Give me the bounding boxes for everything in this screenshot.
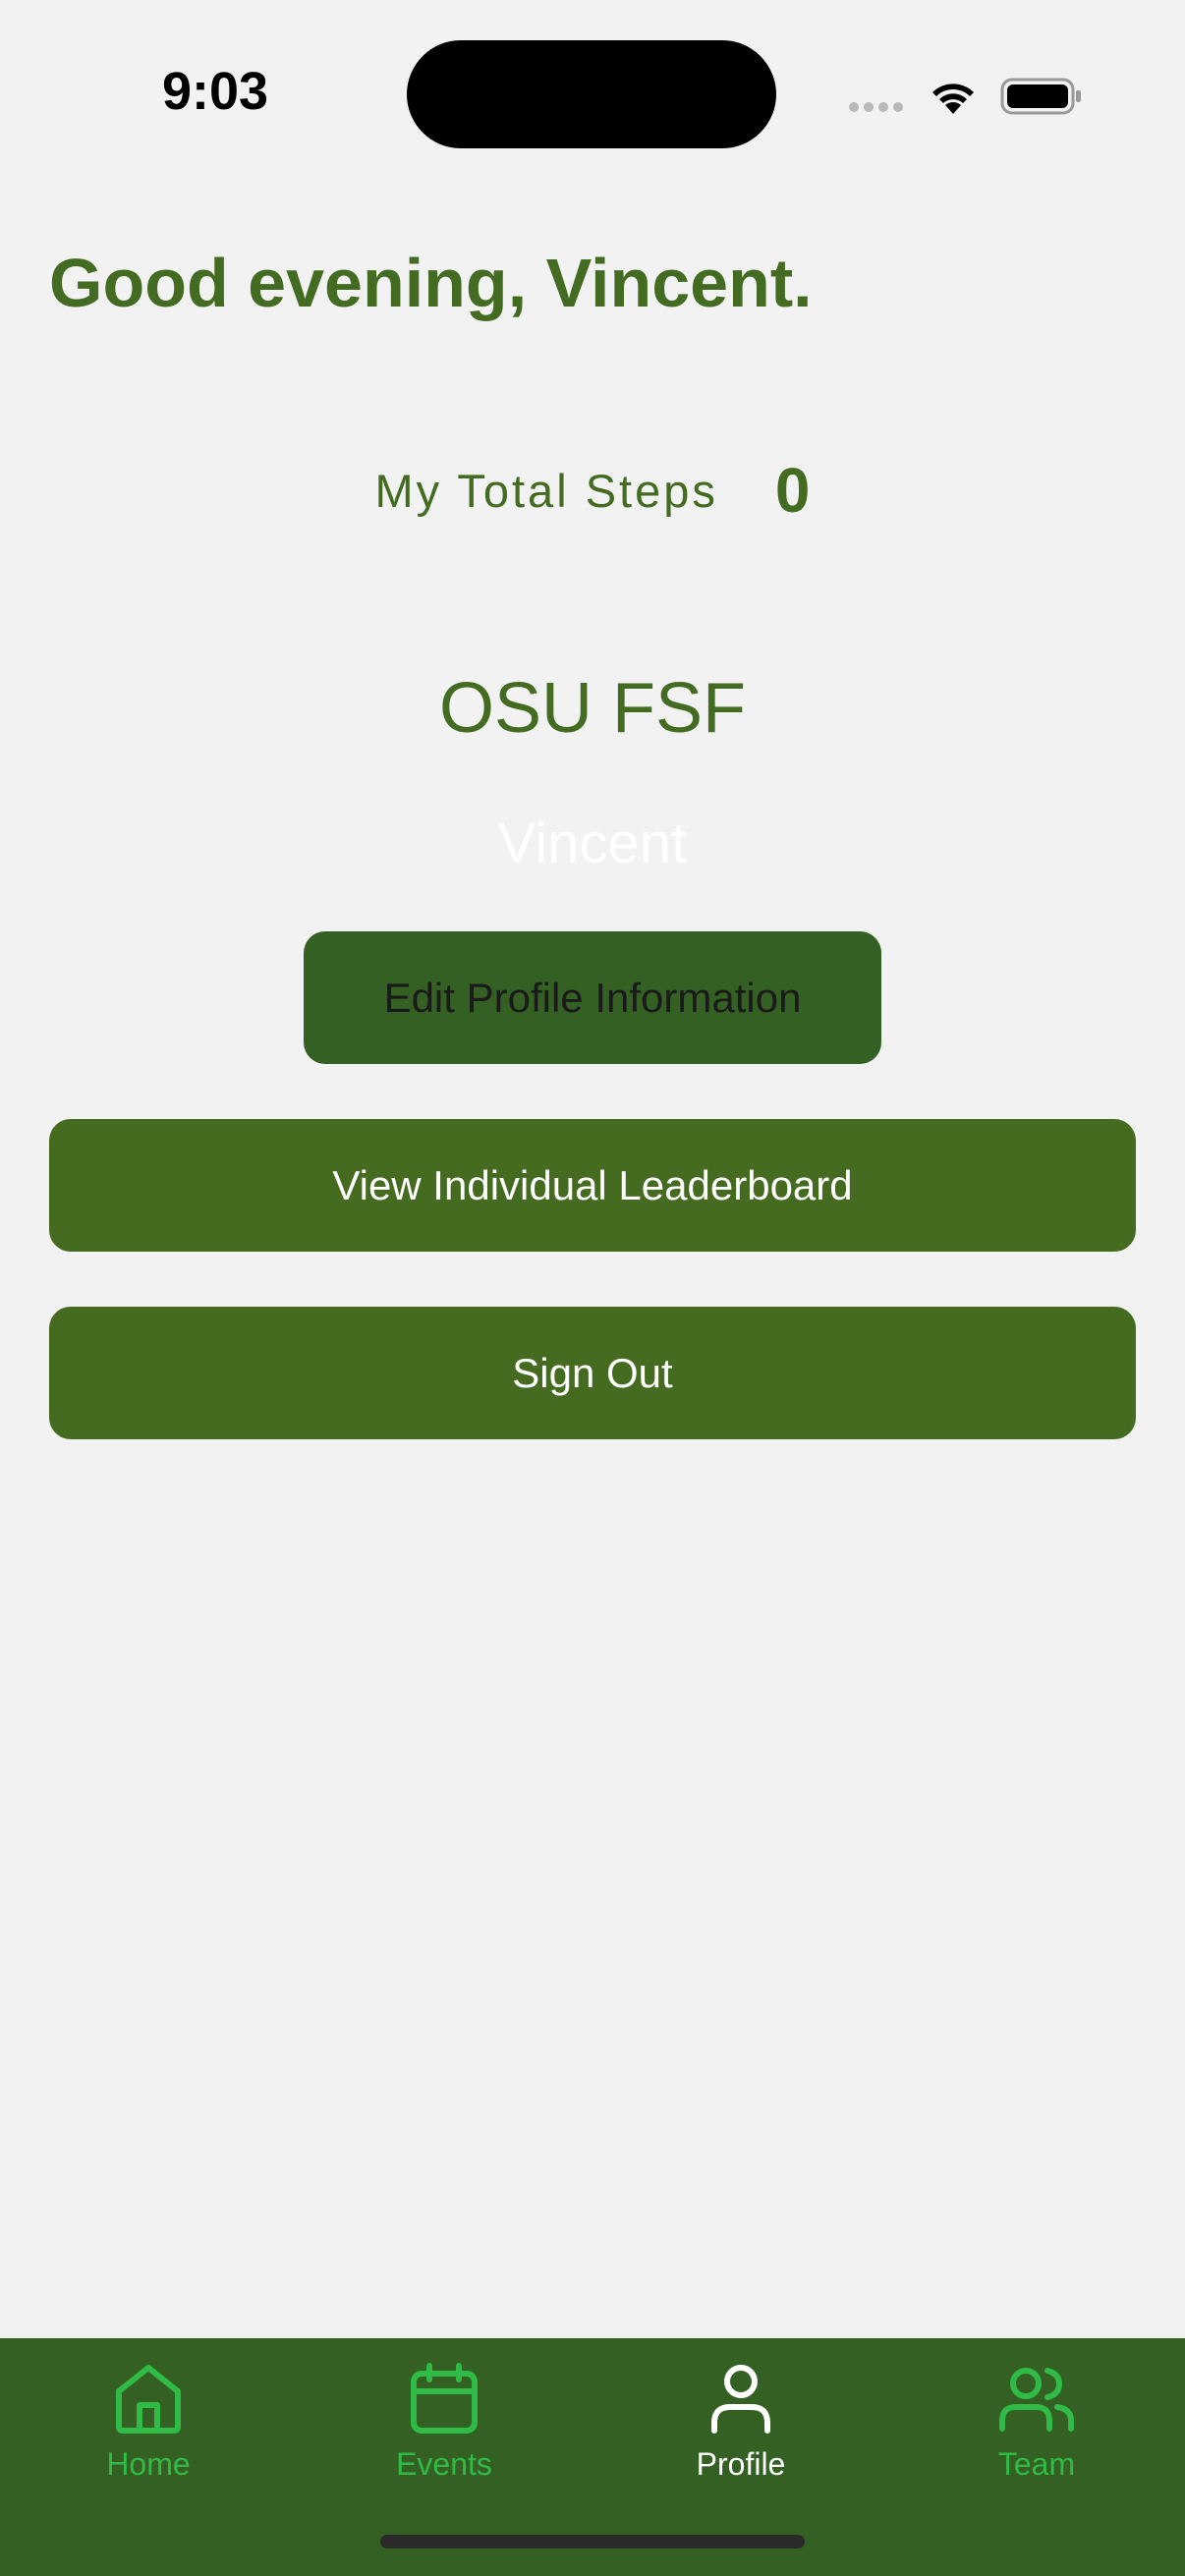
team-name: OSU FSF — [438, 669, 746, 748]
status-time: 9:03 — [162, 62, 269, 121]
tab-team[interactable]: Team — [888, 2338, 1185, 2525]
home-icon — [116, 2365, 181, 2434]
battery-icon — [1000, 78, 1081, 115]
profile-screen: 9:03 Good evening, Vincent. My Total Ste… — [0, 0, 1185, 2576]
tab-events[interactable]: Events — [296, 2338, 592, 2525]
team-icon — [999, 2368, 1074, 2432]
view-leaderboard-button[interactable]: View Individual Leaderboard — [49, 1119, 1136, 1252]
dynamic-island — [407, 40, 776, 148]
tab-team-label: Team — [997, 2446, 1076, 2482]
tab-events-label: Events — [396, 2446, 492, 2482]
calendar-icon — [411, 2363, 478, 2434]
cellular-signal-icon — [849, 102, 903, 112]
greeting-title: Good evening, Vincent. — [49, 245, 813, 321]
total-steps-row: My Total Steps 0 — [0, 454, 1185, 527]
edit-profile-button[interactable]: Edit Profile Information — [304, 931, 881, 1064]
home-indicator — [380, 2535, 805, 2548]
sign-out-button[interactable]: Sign Out — [49, 1307, 1136, 1439]
user-name: Vincent — [497, 812, 688, 875]
person-icon — [711, 2365, 770, 2434]
total-steps-label: My Total Steps — [374, 464, 718, 517]
tab-home-label: Home — [106, 2446, 191, 2482]
tab-profile-label: Profile — [696, 2446, 786, 2482]
tab-home[interactable]: Home — [0, 2338, 297, 2525]
total-steps-value: 0 — [774, 455, 811, 526]
tab-profile[interactable]: Profile — [592, 2338, 889, 2525]
wifi-icon — [932, 84, 974, 114]
